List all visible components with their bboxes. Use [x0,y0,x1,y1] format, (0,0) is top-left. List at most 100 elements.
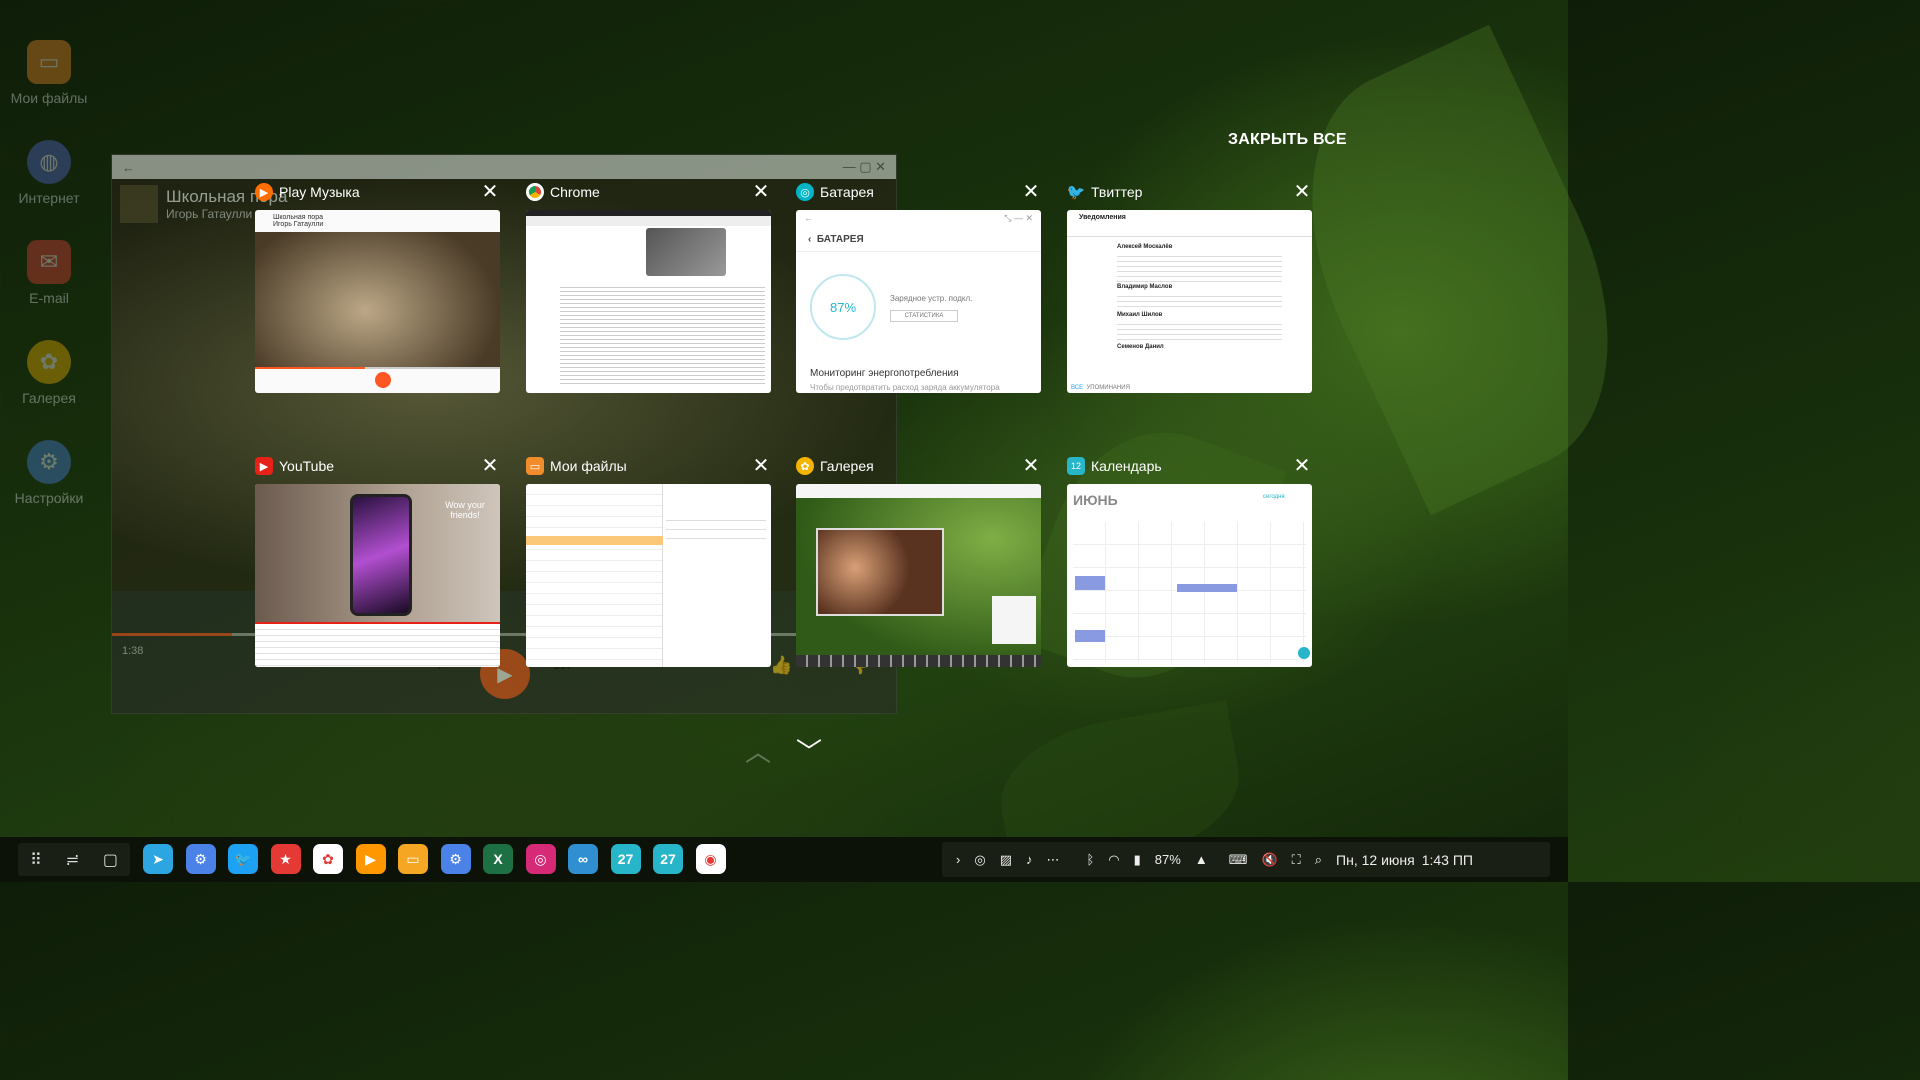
nav-buttons: ⠿ ≓ ▢ [18,843,130,876]
preview-song-title: Школьная пора [273,214,323,221]
instagram-icon[interactable]: ◎ [525,844,556,874]
card-title: Мои файлы [550,458,627,474]
more-icon[interactable]: ⋯ [1046,852,1059,868]
battery-gauge: 87% [810,274,876,340]
chevron-up-icon[interactable]: ︿ [745,732,771,769]
recent-card-youtube[interactable]: ▶ YouTube ✕ Wow your friends! [255,454,500,667]
recent-card-play-music[interactable]: ▶ Play Музыка ✕ Школьная пора Игорь Гатау… [255,180,500,393]
close-all-button[interactable]: ЗАКРЫТЬ ВСЕ [1228,131,1347,149]
chevron-down-icon[interactable]: ﹀ [796,732,822,769]
preview-text-lines [560,284,765,384]
close-icon[interactable]: ✕ [1292,182,1312,202]
desktop-icon-settings[interactable]: ⚙ Настройки [0,440,98,506]
app-preview[interactable] [526,210,771,393]
folder-icon[interactable]: ▭ [398,844,428,874]
notification-name: Владимир Маслов [1117,284,1173,290]
app-preview[interactable] [526,484,771,667]
notification-name: Михаил Шилов [1117,312,1163,318]
chevron-right-icon[interactable]: › [956,852,960,867]
files-list [666,512,766,542]
clock: 1:43 ПП [1421,851,1473,868]
notifications-heading: Уведомления [1079,214,1126,221]
excel-icon[interactable]: X [483,844,513,874]
card-title: Play Музыка [279,184,360,200]
album-thumb [120,185,158,223]
photos-icon[interactable]: ✿ [313,844,343,874]
close-icon[interactable]: ✕ [751,456,771,476]
keyboard-icon[interactable]: ⌨ [1229,852,1248,868]
sync-icon[interactable]: ∞ [568,844,598,874]
files-selected-row [526,536,663,545]
calendar-month: ИЮНЬ [1073,492,1118,508]
preview-controls [255,367,500,393]
album-cover [112,179,896,591]
chrome-icon [526,183,544,201]
close-icon[interactable]: ✕ [751,182,771,202]
wifi-icon: ◠ [1108,851,1120,867]
calendar-icon[interactable]: 27 [653,844,683,874]
search-icon[interactable]: ⌕ [1315,852,1322,868]
recent-card-gallery[interactable]: ✿ Галерея ✕ [796,454,1041,667]
mute-icon[interactable]: 🔇 [1261,852,1277,868]
twitter-icon[interactable]: 🐦 [228,844,258,874]
app-preview[interactable]: Школьная пора Игорь Гатаулли [255,210,500,393]
apps-grid-icon[interactable]: ⠿ [30,850,42,870]
music-icon[interactable]: ♪ [1026,852,1033,867]
desktop-icon-gallery[interactable]: ✿ Галерея [0,340,98,406]
back-arrow-icon: ← [804,213,813,223]
calendar-today: сегодня [1263,494,1285,500]
gallery-filmstrip [796,655,1041,667]
card-title: YouTube [279,458,335,474]
app-preview[interactable]: Уведомления Алексей Москалёв Владимир Ма… [1067,210,1312,393]
recents-icon[interactable]: ≓ [66,850,79,870]
system-tray: › ◎ ▨ ♪ ⋯ ᛒ ◠ ▮ 87% ▲ ⌨ 🔇 ⛶ ⌕ Пн, 12 июн… [942,842,1550,877]
app-preview[interactable] [796,484,1041,667]
card-title: Галерея [820,458,874,474]
app-preview[interactable]: ← ⤡ — ✕ ‹ БАТАРЕЯ 87% Зарядное устр. подк… [796,210,1041,393]
image-icon[interactable]: ▨ [1000,852,1012,868]
window-controls: — ▢ ✕ [842,159,886,174]
folder-icon: ▭ [27,40,71,84]
recent-card-calendar[interactable]: 12 Календарь ✕ ИЮНЬ сегодня [1067,454,1312,667]
desktop-icon-email[interactable]: ✉ E-mail [0,240,98,306]
globe-icon: ◍ [27,140,71,184]
app-preview[interactable]: ИЮНЬ сегодня [1067,484,1312,667]
app-preview[interactable]: Wow your friends! [255,484,500,667]
telegram-icon[interactable]: ➤ [143,844,173,874]
instagram-icon[interactable]: ◎ [974,852,985,868]
battery-percent: 87% [1154,852,1181,867]
settings-icon[interactable]: ⚙ [185,844,216,874]
recent-card-my-files[interactable]: ▭ Мои файлы ✕ [526,454,771,667]
recent-card-chrome[interactable]: Chrome ✕ [526,180,771,393]
progress-bar [112,633,896,636]
background-music-window: ← — ▢ ✕ Школьная пора Игорь Гатаулли 1:38… [111,154,897,714]
play-music-icon[interactable]: ▶ [355,844,386,874]
mail-icon: ✉ [27,240,71,284]
close-icon[interactable]: ✕ [1021,182,1041,202]
gear-icon: ⚙ [27,440,71,484]
folder-icon: ▭ [526,457,544,475]
close-icon[interactable]: ✕ [480,182,500,202]
calendar-event [1177,584,1237,592]
close-icon[interactable]: ✕ [1021,456,1041,476]
desktop-icon-my-files[interactable]: ▭ Мои файлы [0,40,98,106]
gallery-image [816,528,944,616]
close-icon[interactable]: ✕ [1292,456,1312,476]
chrome-icon[interactable]: ◉ [695,844,726,874]
recent-card-battery[interactable]: ◎ Батарея ✕ ← ⤡ — ✕ ‹ БАТАРЕЯ 87% Зарядно… [796,180,1041,393]
video-overlay-text: Wow your friends! [445,500,485,520]
notification-name: Алексей Москалёв [1117,244,1173,250]
caret-up-icon[interactable]: ▲ [1195,852,1208,867]
calendar-icon[interactable]: 27 [610,844,641,874]
bluetooth-icon: ᛒ [1086,852,1095,867]
battery-status: Зарядное устр. подкл. [890,294,973,303]
desktop-icon-internet[interactable]: ◍ Интернет [0,140,98,206]
bookmark-icon[interactable]: ★ [270,844,301,874]
settings-icon[interactable]: ⚙ [440,844,471,874]
close-icon[interactable]: ✕ [480,456,500,476]
recent-card-twitter[interactable]: 🐦 Твиттер ✕ Уведомления Алексей Москалёв… [1067,180,1312,393]
screen-capture-icon[interactable]: ⛶ [1292,852,1301,868]
home-icon[interactable]: ▢ [103,850,118,870]
flower-icon: ✿ [796,457,814,475]
elapsed-time: 1:38 [122,645,144,657]
